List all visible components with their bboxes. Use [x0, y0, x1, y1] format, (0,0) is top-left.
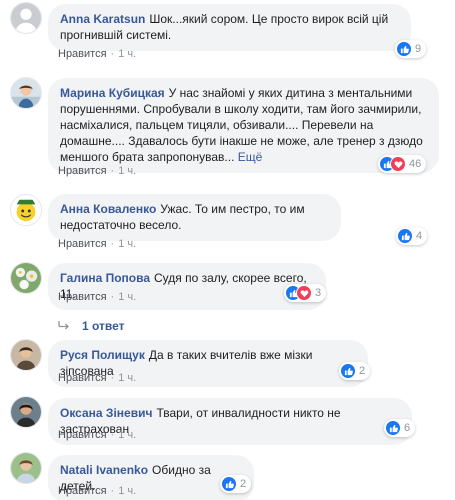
comment-meta: Нравится · 1 ч. — [58, 48, 137, 60]
like-link[interactable]: Нравится — [58, 485, 107, 497]
reaction-count: 9 — [415, 43, 422, 55]
thumbs-up-icon — [396, 41, 412, 57]
comment-meta: Нравится · 1 ч. — [58, 238, 137, 250]
comment-author[interactable]: Anna Karatsun — [60, 12, 145, 26]
timestamp[interactable]: 1 ч. — [118, 372, 136, 384]
reaction-summary[interactable]: 4 — [396, 227, 428, 245]
comment-author[interactable]: Оксана Зіневич — [60, 406, 152, 420]
reaction-summary[interactable]: 46 — [378, 155, 427, 173]
like-link[interactable]: Нравится — [58, 165, 107, 177]
like-link[interactable]: Нравится — [58, 238, 107, 250]
reply-arrow-icon — [58, 319, 70, 333]
thumbs-up-icon — [340, 363, 356, 379]
see-more-link[interactable]: Ещё — [238, 150, 263, 164]
thumbs-up-icon — [397, 228, 413, 244]
timestamp[interactable]: 1 ч. — [118, 485, 136, 497]
comment-author[interactable]: Галина Попова — [60, 271, 150, 285]
comment-author[interactable]: Natali Ivanenko — [60, 463, 148, 477]
timestamp[interactable]: 1 ч. — [118, 429, 136, 441]
reaction-summary[interactable]: 2 — [220, 475, 252, 493]
user-silhouette-icon — [11, 3, 41, 33]
comment-meta: Нравится · 1 ч. — [58, 485, 137, 497]
like-link[interactable]: Нравится — [58, 48, 107, 60]
flowers-photo-icon — [11, 263, 41, 293]
comment-author[interactable]: Анна Коваленко — [60, 202, 156, 216]
person-photo-icon — [11, 340, 41, 370]
person-dark-photo-icon — [11, 397, 41, 427]
avatar[interactable] — [10, 452, 42, 484]
comment-meta: Нравится · 1 ч. — [58, 372, 137, 384]
avatar[interactable] — [10, 262, 42, 294]
reaction-count: 2 — [359, 365, 366, 377]
avatar[interactable] — [10, 77, 42, 109]
reaction-count: 46 — [409, 158, 422, 170]
reaction-summary[interactable]: 2 — [339, 362, 371, 380]
reaction-count: 4 — [416, 230, 423, 242]
reaction-summary[interactable]: 3 — [284, 284, 327, 302]
thumbs-up-icon — [221, 476, 237, 492]
reaction-count: 6 — [404, 422, 411, 434]
timestamp[interactable]: 1 ч. — [118, 165, 136, 177]
view-replies-link[interactable]: 1 ответ — [58, 319, 125, 333]
like-link[interactable]: Нравится — [58, 429, 107, 441]
timestamp[interactable]: 1 ч. — [118, 291, 136, 303]
avatar[interactable] — [10, 2, 42, 34]
child-photo-icon — [11, 78, 41, 108]
timestamp[interactable]: 1 ч. — [118, 238, 136, 250]
avatar[interactable] — [10, 339, 42, 371]
comment-author[interactable]: Руся Полищук — [60, 348, 145, 362]
comment-author[interactable]: Марина Кубицкая — [60, 86, 165, 100]
avatar[interactable] — [10, 194, 42, 226]
thumbs-up-icon — [385, 420, 401, 436]
reaction-summary[interactable]: 9 — [395, 40, 427, 58]
comment-bubble: Anna Karatsun Шок...який сором. Це просто… — [48, 4, 411, 51]
reaction-count: 2 — [240, 478, 247, 490]
replies-count-label[interactable]: 1 ответ — [82, 319, 125, 333]
heart-icon — [296, 285, 312, 301]
person-outdoor-photo-icon — [11, 453, 41, 483]
comment-bubble: Анна Коваленко Ужас. То им пестро, то им … — [48, 194, 341, 241]
comment-meta: Нравится · 1 ч. — [58, 291, 137, 303]
emoji-hat-icon — [11, 195, 41, 225]
comment-meta: Нравится · 1 ч. — [58, 429, 137, 441]
reaction-summary[interactable]: 6 — [384, 419, 416, 437]
like-link[interactable]: Нравится — [58, 372, 107, 384]
reaction-count: 3 — [315, 287, 322, 299]
comment-meta: Нравится · 1 ч. — [58, 165, 137, 177]
heart-icon — [390, 156, 406, 172]
avatar[interactable] — [10, 396, 42, 428]
like-link[interactable]: Нравится — [58, 291, 107, 303]
timestamp[interactable]: 1 ч. — [118, 48, 136, 60]
